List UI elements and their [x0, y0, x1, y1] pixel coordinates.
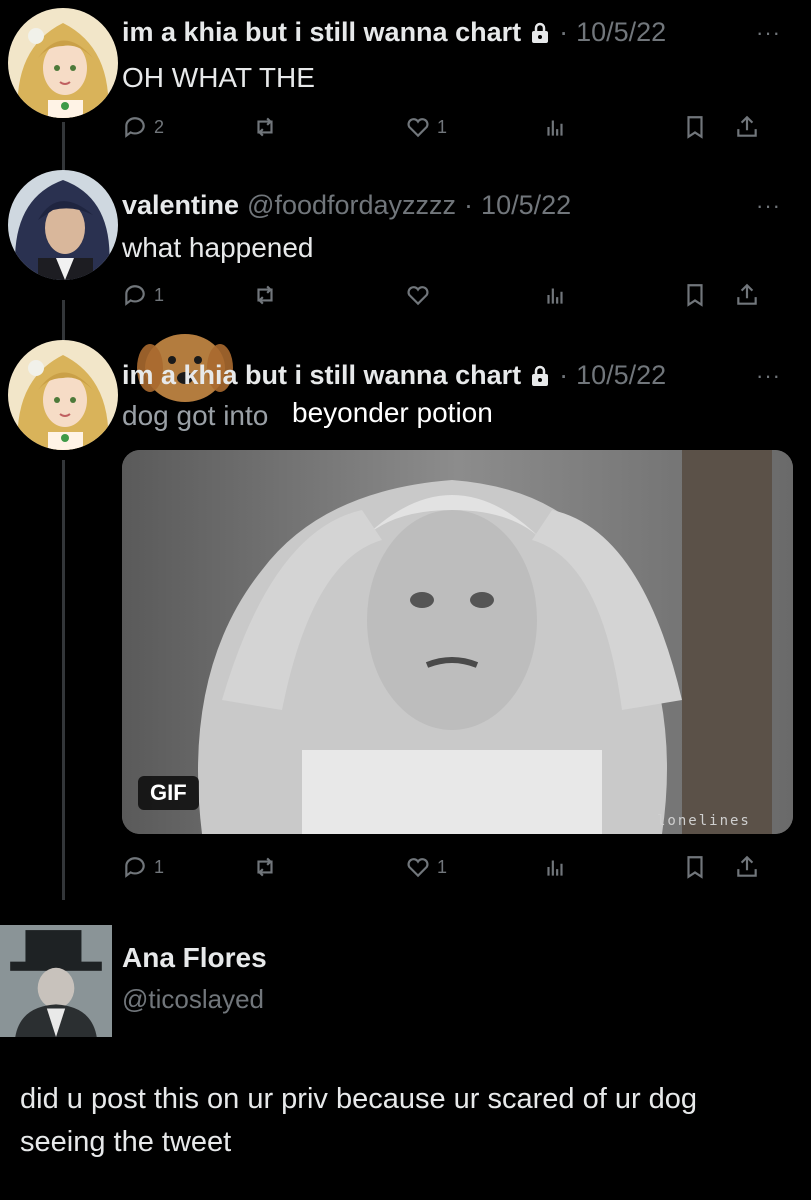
share-button[interactable] [734, 852, 760, 882]
reply-count: 1 [154, 856, 165, 877]
bookmark-icon [687, 856, 703, 879]
retweet-button[interactable] [252, 112, 278, 142]
retweet-button[interactable] [252, 280, 278, 310]
avatar[interactable] [0, 925, 112, 1037]
share-icon [737, 283, 757, 305]
reply-button[interactable]: 1 [122, 852, 164, 882]
tweet-text: did u post this on ur priv because ur sc… [20, 1083, 698, 1158]
username[interactable]: @foodfordayzzzz [247, 190, 456, 221]
separator: · [559, 360, 569, 390]
gif-badge: GIF [138, 776, 199, 810]
lock-icon [532, 22, 549, 43]
more-options-icon[interactable]: ··· [756, 20, 781, 46]
separator: · [464, 190, 474, 220]
like-button[interactable] [405, 280, 437, 310]
share-button[interactable] [734, 112, 760, 142]
reply-button[interactable]: 1 [122, 280, 164, 310]
reply-icon [125, 117, 145, 138]
tweet-text: dog got into [122, 400, 269, 431]
gif-image-distressed-woman [122, 450, 793, 834]
analytics-icon [547, 288, 563, 304]
heart-icon [407, 118, 429, 138]
share-icon [737, 855, 757, 877]
avatar[interactable] [8, 340, 118, 450]
username[interactable]: @ticoslayed [122, 984, 264, 1015]
heart-icon [407, 286, 429, 306]
views-button[interactable] [542, 852, 568, 882]
gif-media[interactable] [122, 450, 793, 834]
lock-icon [532, 365, 549, 386]
reply-icon [125, 285, 145, 306]
separator: · [559, 17, 569, 47]
avatar-image-blonde-girl [8, 8, 118, 118]
reply-count: 1 [154, 284, 165, 305]
analytics-icon [547, 120, 563, 136]
tweet-actions: 2 1 [122, 112, 792, 142]
more-options-icon[interactable]: ··· [756, 193, 781, 219]
retweet-icon [257, 117, 273, 137]
display-name[interactable]: Ana Flores [122, 942, 267, 974]
reply-count: 2 [154, 116, 165, 137]
thread-connector-3 [62, 460, 65, 900]
bookmark-icon [687, 284, 703, 307]
retweet-icon [257, 285, 273, 305]
avatar-image-top-hat-man [0, 925, 112, 1037]
more-options-icon[interactable]: ··· [756, 363, 781, 389]
share-icon [737, 115, 757, 137]
bookmark-button[interactable] [682, 280, 708, 310]
tweet-header: im a khia but i still wanna chart · 10/5… [122, 17, 666, 48]
avatar[interactable] [8, 170, 118, 280]
tweet-header: valentine @foodfordayzzzz · 10/5/22 [122, 190, 571, 221]
retweet-button[interactable] [252, 852, 278, 882]
media-watermark: lonelines [657, 813, 751, 829]
timestamp[interactable]: 10/5/22 [576, 17, 666, 48]
like-count: 1 [437, 116, 448, 137]
reply-button[interactable]: 2 [122, 112, 164, 142]
retweet-icon [257, 857, 273, 877]
bookmark-button[interactable] [682, 852, 708, 882]
display-name[interactable]: valentine [122, 190, 239, 221]
share-button[interactable] [734, 280, 760, 310]
views-button[interactable] [542, 112, 568, 142]
like-button[interactable]: 1 [405, 112, 447, 142]
avatar-image-dark-haired-man [8, 170, 118, 280]
tweet-header: im a khia but i still wanna chart · 10/5… [122, 360, 666, 391]
heart-icon [407, 858, 429, 878]
thread-connector-2 [62, 300, 65, 340]
timestamp[interactable]: 10/5/22 [576, 360, 666, 391]
like-count: 1 [437, 856, 448, 877]
display-name[interactable]: im a khia but i still wanna chart [122, 17, 521, 48]
reply-icon [125, 857, 145, 878]
bookmark-icon [687, 116, 703, 139]
tweet-text: OH WHAT THE [122, 62, 315, 93]
analytics-icon [547, 860, 563, 876]
display-name[interactable]: im a khia but i still wanna chart [122, 360, 521, 391]
tweet-text: what happened [122, 232, 314, 263]
timestamp[interactable]: 10/5/22 [481, 190, 571, 221]
tweet-actions: 1 [122, 280, 792, 310]
caption-overlay-text: beyonder potion [292, 397, 493, 428]
bookmark-button[interactable] [682, 112, 708, 142]
views-button[interactable] [542, 280, 568, 310]
tweet-actions: 1 1 [122, 852, 792, 882]
avatar[interactable] [8, 8, 118, 118]
like-button[interactable]: 1 [405, 852, 447, 882]
thread-connector-1 [62, 122, 65, 172]
avatar-image-blonde-girl [8, 340, 118, 450]
